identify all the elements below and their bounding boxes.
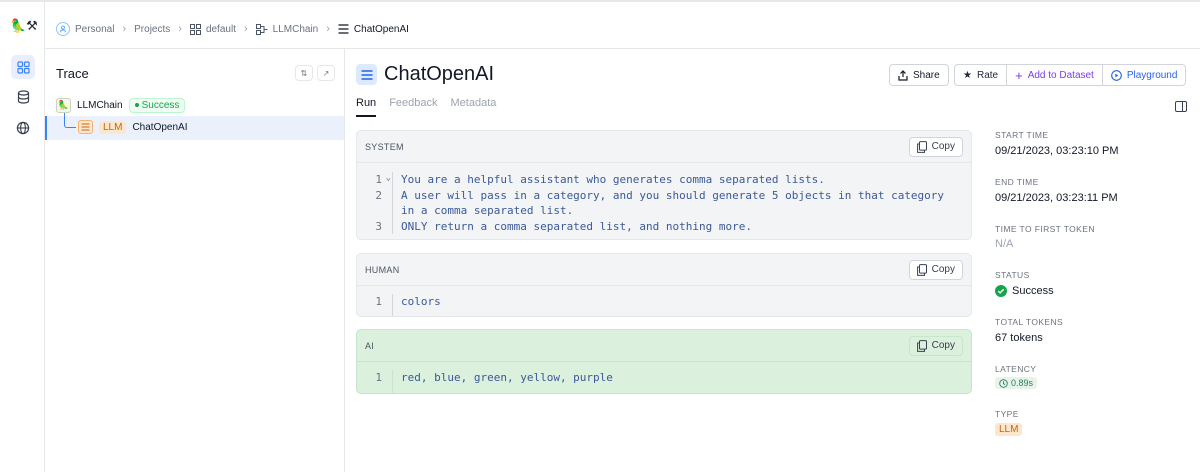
end-time-value: 09/21/2023, 03:23:11 PM	[995, 192, 1118, 204]
message-ai: AI Copy 1 red, blue, green, yellow, purp…	[356, 329, 972, 394]
clock-icon	[999, 378, 1008, 388]
message-content[interactable]: You are a helpful assistant who generate…	[393, 172, 944, 234]
chevron-right-icon: ›	[178, 23, 182, 35]
message-human: HUMAN Copy 1 colors	[356, 253, 972, 317]
chevron-right-icon: ›	[326, 23, 330, 35]
tab-metadata[interactable]: Metadata	[451, 97, 497, 117]
copy-button[interactable]: Copy	[908, 259, 963, 280]
grid-icon	[189, 23, 201, 35]
tokens-value: 67 tokens	[995, 332, 1043, 344]
collapse-icon[interactable]: ⇅	[295, 65, 313, 81]
globe-icon[interactable]	[11, 116, 35, 140]
breadcrumb-default[interactable]: default	[189, 23, 236, 35]
panel-divider	[344, 48, 345, 472]
run-tabs: Run Feedback Metadata	[356, 97, 496, 117]
rate-button[interactable]: ★ Rate	[955, 65, 1008, 85]
copy-button[interactable]: Copy	[908, 136, 963, 157]
status-dot-icon	[134, 103, 139, 107]
breadcrumb-personal[interactable]: Personal	[56, 22, 114, 36]
panel-toggle-icon[interactable]	[1175, 101, 1187, 112]
message-role: SYSTEM	[365, 141, 404, 152]
check-circle-icon	[995, 285, 1007, 297]
start-time-label: START TIME	[995, 130, 1049, 140]
play-circle-icon	[1110, 69, 1122, 81]
app-logo[interactable]: 🦜⚒	[10, 18, 38, 34]
playground-button[interactable]: Playground	[1103, 65, 1186, 85]
message-role: HUMAN	[365, 264, 400, 275]
list-icon	[338, 24, 349, 34]
user-icon	[56, 22, 70, 36]
grid-icon[interactable]	[11, 55, 35, 79]
trace-node-name: LLMChain	[77, 99, 123, 111]
trace-node-llmchain[interactable]: 🦜 LLMChain Success	[56, 97, 186, 113]
tab-run[interactable]: Run	[356, 97, 377, 117]
header-divider	[45, 48, 1200, 49]
page-title: ChatOpenAI	[384, 63, 495, 85]
tab-feedback[interactable]: Feedback	[389, 97, 437, 117]
fold-icon[interactable]: ⌄	[386, 171, 391, 187]
message-content[interactable]: red, blue, green, yellow, purple	[393, 370, 613, 393]
breadcrumb: Personal › Projects › default › LLMChain…	[56, 20, 409, 38]
breadcrumb-llmchain[interactable]: LLMChain	[255, 23, 318, 35]
add-to-dataset-button[interactable]: + Add to Dataset	[1007, 65, 1103, 85]
latency-badge: 0.89s	[995, 377, 1038, 389]
status-value: Success	[995, 285, 1054, 297]
ttft-label: TIME TO FIRST TOKEN	[995, 224, 1095, 234]
run-type-badge: LLM	[99, 120, 127, 134]
llm-icon	[78, 120, 93, 134]
tree-connector	[64, 113, 76, 128]
status-badge: Success	[128, 97, 186, 113]
message-content[interactable]: colors	[393, 294, 441, 316]
copy-icon	[916, 263, 927, 276]
top-border	[0, 0, 1200, 2]
latency-label: LATENCY	[995, 364, 1037, 374]
breadcrumb-chatopenai[interactable]: ChatOpenAI	[338, 24, 409, 35]
ttft-value: N/A	[995, 238, 1014, 250]
star-icon: ★	[963, 69, 972, 81]
trace-node-chatopenai[interactable]: LLM ChatOpenAI	[78, 120, 188, 134]
line-numbers: 1	[357, 294, 393, 316]
share-button[interactable]: Share	[889, 64, 949, 86]
line-numbers: 1 ⌄ 2 3	[357, 172, 393, 234]
end-time-label: END TIME	[995, 177, 1039, 187]
action-button-group: ★ Rate + Add to Dataset Playground	[954, 64, 1187, 86]
chevron-right-icon: ›	[122, 23, 127, 35]
type-badge: LLM	[995, 423, 1023, 436]
copy-icon	[916, 339, 927, 352]
message-role: AI	[365, 340, 375, 351]
database-icon[interactable]	[11, 85, 35, 109]
breadcrumb-projects[interactable]: Projects	[134, 24, 170, 35]
trace-title: Trace	[56, 66, 89, 81]
trend-icon[interactable]: ↗	[317, 65, 335, 81]
llm-run-icon	[356, 64, 377, 85]
copy-button[interactable]: Copy	[908, 335, 963, 356]
copy-icon	[916, 140, 927, 153]
line-numbers: 1	[357, 370, 393, 393]
message-system: SYSTEM Copy 1 ⌄ 2 3 You are a helpful ass…	[356, 130, 972, 240]
type-label: TYPE	[995, 409, 1019, 419]
start-time-value: 09/21/2023, 03:23:10 PM	[995, 145, 1119, 157]
status-label: STATUS	[995, 270, 1030, 280]
tokens-label: TOTAL TOKENS	[995, 317, 1064, 327]
chevron-right-icon: ›	[243, 23, 248, 35]
trace-node-name: ChatOpenAI	[132, 121, 188, 133]
share-icon	[898, 69, 908, 81]
plus-icon: +	[1015, 67, 1023, 83]
parrot-icon: 🦜	[56, 97, 71, 113]
chain-icon	[255, 23, 268, 35]
